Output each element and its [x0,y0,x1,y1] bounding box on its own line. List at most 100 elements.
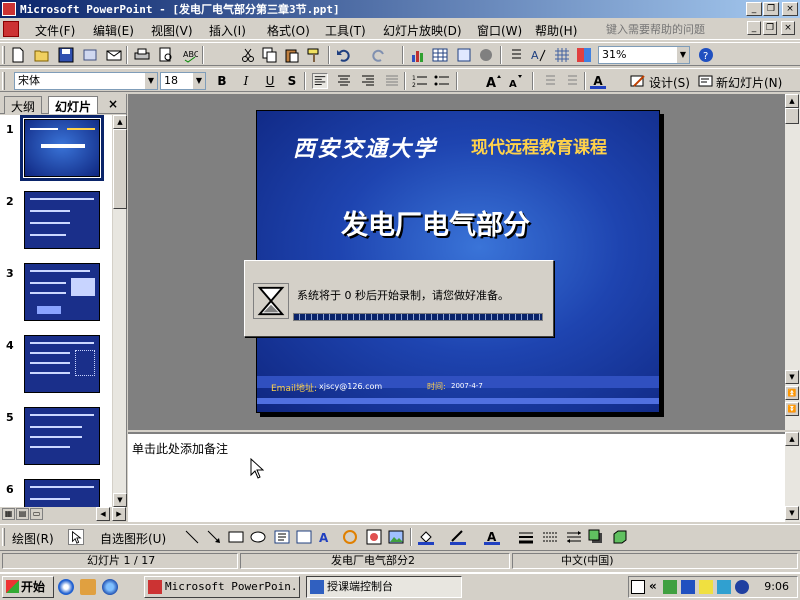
toolbar-grip[interactable] [2,72,5,90]
insert-table-icon[interactable] [432,47,448,63]
slide-thumbnail-row[interactable]: 1 [0,115,112,189]
color-grayscale-icon[interactable] [576,47,592,63]
scroll-down-icon[interactable]: ▼ [785,370,799,384]
show-desktop-icon[interactable] [58,579,74,595]
tables-borders-icon[interactable] [456,47,472,63]
scroll-left-icon[interactable]: ◀ [96,507,110,521]
numbered-list-icon[interactable]: 12 [412,73,428,89]
print-icon[interactable] [134,47,150,63]
undo-icon[interactable] [336,47,352,63]
show-grid-icon[interactable] [554,47,570,63]
toolbar-grip[interactable] [2,46,5,64]
network-icon[interactable] [663,580,677,594]
slide-thumbnail-row[interactable]: 5 [0,405,112,477]
menu-window[interactable]: 窗口(W) [477,22,522,39]
slide-sorter-view-icon[interactable]: ▤ [16,508,29,520]
save-icon[interactable] [58,47,74,63]
align-left-icon[interactable] [312,73,328,89]
taskbar-item-lecture-console[interactable]: 授课端控制台 [306,576,462,598]
window-minimize-button[interactable]: _ [746,2,762,16]
increase-indent-icon[interactable] [562,73,578,89]
next-slide-icon[interactable]: ⏬ [785,402,799,416]
slideshow-view-icon[interactable]: ▭ [30,508,43,520]
dash-style-icon[interactable] [542,529,558,545]
slide-thumbnail[interactable] [24,191,100,249]
text-shadow-button[interactable]: S [284,73,300,89]
thumbnails-scrollbar[interactable]: ▲ ▼ [112,115,127,507]
oval-tool-icon[interactable] [250,529,266,545]
new-document-icon[interactable] [10,47,26,63]
font-name-combobox[interactable]: 宋体 ▼ [14,72,158,90]
font-color-icon[interactable]: A [484,529,500,545]
font-color-button[interactable]: A [590,73,606,89]
menu-format[interactable]: 格式(O) [267,22,310,39]
notes-pane[interactable]: 单击此处添加备注 [128,432,785,522]
new-slide-button[interactable]: 新幻灯片(N) [716,74,782,91]
scrollbar-thumb[interactable] [785,108,799,124]
keyboard-icon[interactable] [631,580,645,594]
window-restore-button[interactable]: ❐ [763,2,779,16]
underline-button[interactable]: U [262,73,278,89]
increase-font-size-icon[interactable]: A [486,73,502,89]
menu-insert[interactable]: 插入(I) [209,22,246,39]
design-button[interactable]: 设计(S) [649,74,690,91]
redo-icon[interactable] [370,47,386,63]
slide-thumbnail[interactable] [20,115,104,181]
wordart-icon[interactable]: A [318,529,334,545]
line-tool-icon[interactable] [184,529,200,545]
notes-placeholder[interactable]: 单击此处添加备注 [132,440,228,457]
close-pane-icon[interactable]: × [108,97,118,111]
scroll-up-icon[interactable]: ▲ [785,94,799,108]
scroll-down-icon[interactable]: ▼ [785,506,799,520]
help-icon[interactable]: ? [698,47,714,63]
document-minimize-button[interactable]: _ [747,21,761,35]
show-formatting-icon[interactable]: A [530,47,546,63]
scrollbar-thumb[interactable] [113,129,127,209]
design-template-status[interactable]: 发电厂电气部分2 [240,553,510,569]
insert-picture-icon[interactable] [388,529,404,545]
fill-color-icon[interactable] [418,529,434,545]
audio-recorder-icon[interactable] [735,580,749,594]
email-icon[interactable] [106,47,122,63]
slide-thumbnail-row[interactable]: 4 [0,333,112,405]
3d-style-icon[interactable] [612,529,628,545]
zoom-combobox[interactable]: 31% ▼ [598,46,690,64]
draw-menu-button[interactable]: 绘图(R) [12,530,54,547]
slide-scrollbar[interactable]: ▲ ▼ ⏫ ⏬ [785,94,800,430]
display-icon[interactable] [717,580,731,594]
menu-help[interactable]: 帮助(H) [535,22,577,39]
open-folder-icon[interactable] [34,47,50,63]
slide-thumbnail-row[interactable]: 3 [0,261,112,333]
decrease-font-size-icon[interactable]: A [508,73,524,89]
tab-slides[interactable]: 幻灯片 [48,96,99,114]
media-player-icon[interactable] [80,579,96,595]
bold-button[interactable]: B [214,73,230,89]
slide-subtitle[interactable]: 现代远程教育课程 [471,133,607,158]
internet-explorer-icon[interactable] [102,579,118,595]
textbox-tool-icon[interactable] [274,529,290,545]
menu-tools[interactable]: 工具(T) [325,22,366,39]
chevron-down-icon[interactable]: ▼ [193,73,205,89]
print-preview-icon[interactable] [158,47,174,63]
window-close-button[interactable]: × [782,2,798,16]
slide-thumbnail[interactable] [24,263,100,321]
autoshapes-button[interactable]: 自选图形(U) [100,530,166,547]
taskbar-item-powerpoint[interactable]: Microsoft PowerPoin... [144,576,300,598]
taskbar-clock[interactable]: 9:06 [764,580,789,593]
scroll-up-icon[interactable]: ▲ [113,115,127,129]
scroll-right-icon[interactable]: ▶ [112,507,126,521]
document-menu-icon[interactable] [3,21,19,37]
slide-design-icon[interactable] [630,73,646,89]
shadow-style-icon[interactable] [588,529,604,545]
slide-thumbnail[interactable] [24,479,100,507]
arrow-style-icon[interactable] [566,529,582,545]
start-button[interactable]: 开始 [2,576,54,598]
chevron-down-icon[interactable]: ▼ [677,47,689,63]
scroll-down-icon[interactable]: ▼ [113,493,127,507]
previous-slide-icon[interactable]: ⏫ [785,386,799,400]
insert-hyperlink-icon[interactable] [478,47,494,63]
slide-thumbnail-row[interactable]: 2 [0,189,112,261]
slide-thumbnail[interactable] [24,407,100,465]
help-search-input[interactable] [604,21,740,37]
copy-icon[interactable] [262,47,278,63]
